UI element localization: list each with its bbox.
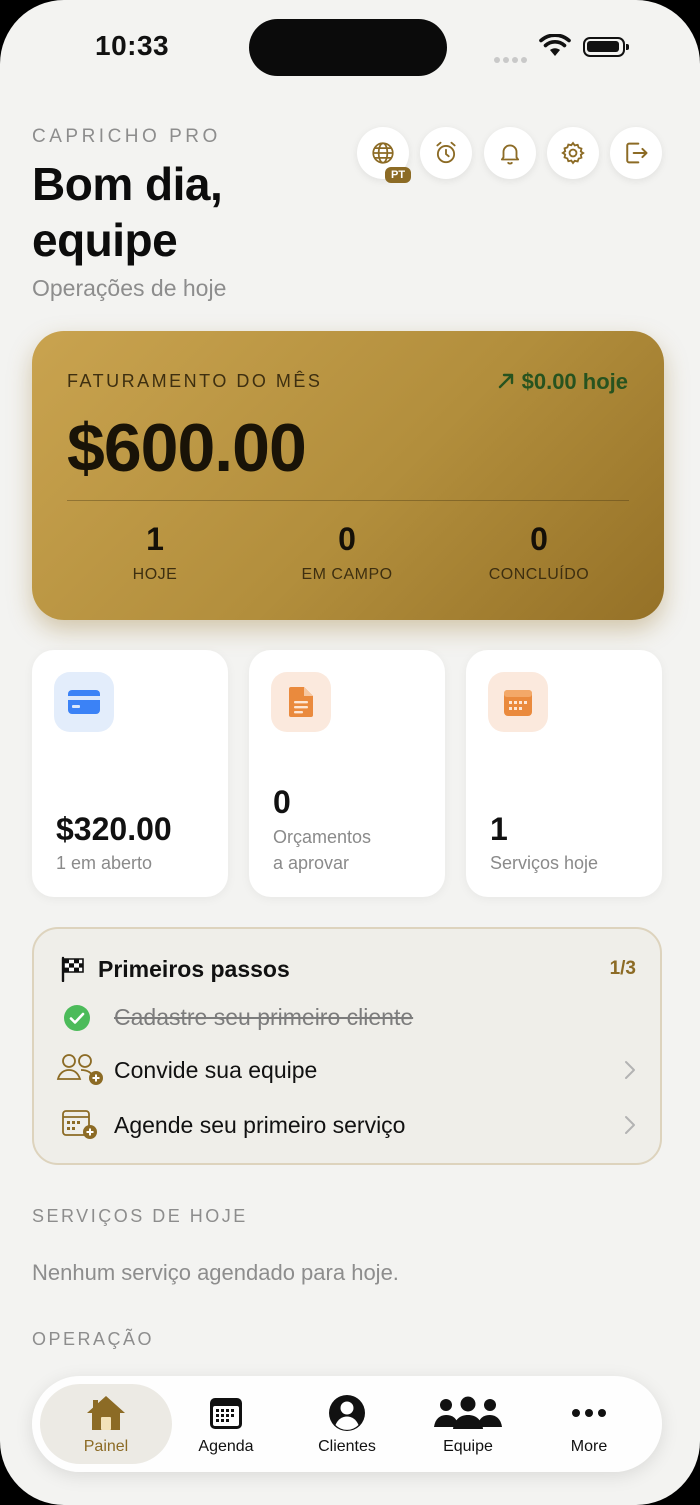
house-icon	[46, 1393, 166, 1433]
kpi-value: 0	[338, 521, 356, 557]
trend-up-icon	[499, 373, 514, 389]
more-icon	[529, 1393, 649, 1433]
chevron-right-icon	[625, 1061, 635, 1079]
kpi-in-field: 0 EM CAMPO	[252, 521, 442, 584]
card-value: $320.00	[56, 811, 172, 847]
onboarding-progress: 1/3	[609, 958, 636, 979]
revenue-amount: $600.00	[67, 410, 307, 486]
calendar-icon	[488, 672, 548, 732]
checkered-flag-icon	[61, 956, 84, 982]
divider	[67, 500, 629, 501]
notifications-button[interactable]	[484, 127, 536, 179]
status-time: 10:33	[95, 30, 170, 61]
check-circle-icon	[64, 1005, 90, 1031]
tab-label: More	[570, 1438, 608, 1455]
credit-card-icon	[54, 672, 114, 732]
kpi-today: 1 HOJE	[60, 521, 250, 584]
tab-equipe[interactable]: Equipe	[408, 1376, 528, 1472]
logout-icon	[626, 142, 648, 164]
tab-clientes[interactable]: Clientes	[287, 1376, 407, 1472]
kpi-label: HOJE	[132, 566, 178, 583]
today-services-empty: Nenhum serviço agendado para hoje.	[32, 1260, 399, 1285]
tab-label: Equipe	[443, 1438, 493, 1455]
kpi-completed: 0 CONCLUÍDO	[444, 521, 634, 584]
card-label-line2: a aprovar	[273, 853, 350, 873]
onboarding-step-invite-team[interactable]: Convide sua equipe	[114, 1057, 317, 1084]
wifi-icon	[539, 33, 571, 63]
onboarding-checklist: Primeiros passos 1/3 Cadastre seu primei…	[32, 927, 662, 1165]
tab-agenda[interactable]: Agenda	[166, 1376, 286, 1472]
phone-screen: 10:33 CAPRICHO PRO Bom dia, equipe Opera…	[0, 0, 700, 1505]
operation-heading: OPERAÇÃO	[32, 1329, 155, 1349]
tab-more[interactable]: More	[529, 1376, 649, 1472]
calendar-grid-icon	[166, 1393, 286, 1433]
cellular-signal-icon	[494, 50, 530, 68]
card-label-line1: Orçamentos	[273, 827, 372, 847]
dynamic-island	[249, 19, 447, 76]
person-circle-icon	[287, 1393, 407, 1433]
tab-painel[interactable]: Painel	[46, 1376, 166, 1472]
tab-label: Clientes	[318, 1438, 376, 1455]
tab-label: Painel	[83, 1438, 129, 1455]
revenue-today: $0.00 hoje	[497, 369, 628, 395]
people-icon	[408, 1393, 528, 1433]
gear-icon	[561, 141, 585, 165]
card-value: 0	[273, 784, 291, 820]
brand-name: CAPRICHO PRO	[32, 126, 221, 147]
schedule-service-icon	[62, 1110, 97, 1139]
logout-button[interactable]	[610, 127, 662, 179]
globe-icon	[372, 142, 394, 164]
tab-label: Agenda	[198, 1438, 254, 1455]
greeting-title: Bom dia, equipe	[32, 158, 223, 266]
greeting-subtitle: Operações de hoje	[32, 275, 227, 301]
kpi-value: 0	[530, 521, 548, 557]
language-badge: PT	[385, 167, 412, 183]
quotes-pending-card[interactable]: 0 Orçamentos a aprovar	[249, 650, 445, 897]
card-label: Serviços hoje	[490, 853, 599, 873]
status-bar: 10:33	[0, 0, 700, 90]
onboarding-step-add-client[interactable]: Cadastre seu primeiro cliente	[114, 1004, 413, 1031]
kpi-label: EM CAMPO	[301, 566, 393, 583]
settings-button[interactable]	[547, 127, 599, 179]
monthly-revenue-card[interactable]: FATURAMENTO DO MÊS $0.00 hoje $600.00 1 …	[32, 331, 664, 620]
alarm-button[interactable]	[420, 127, 472, 179]
invite-team-icon	[56, 1054, 103, 1085]
onboarding-step-schedule-service[interactable]: Agende seu primeiro serviço	[114, 1112, 405, 1139]
chevron-right-icon	[625, 1116, 635, 1134]
bell-icon	[500, 144, 520, 165]
services-today-card[interactable]: 1 Serviços hoje	[466, 650, 662, 897]
card-value: 1	[490, 811, 508, 847]
language-button[interactable]: PT	[357, 127, 412, 183]
card-label: 1 em aberto	[56, 853, 153, 873]
battery-icon	[583, 37, 629, 57]
revenue-label: FATURAMENTO DO MÊS	[67, 371, 323, 391]
onboarding-title: Primeiros passos	[98, 956, 290, 982]
document-icon	[271, 672, 331, 732]
kpi-label: CONCLUÍDO	[488, 566, 590, 583]
open-invoices-card[interactable]: $320.00 1 em aberto	[32, 650, 228, 897]
revenue-today-value: $0.00 hoje	[521, 369, 628, 394]
alarm-icon	[436, 141, 456, 164]
today-services-heading: SERVIÇOS DE HOJE	[32, 1206, 248, 1226]
tab-bar: Painel Agenda Clientes Equipe More	[32, 1376, 662, 1472]
kpi-value: 1	[146, 521, 164, 557]
